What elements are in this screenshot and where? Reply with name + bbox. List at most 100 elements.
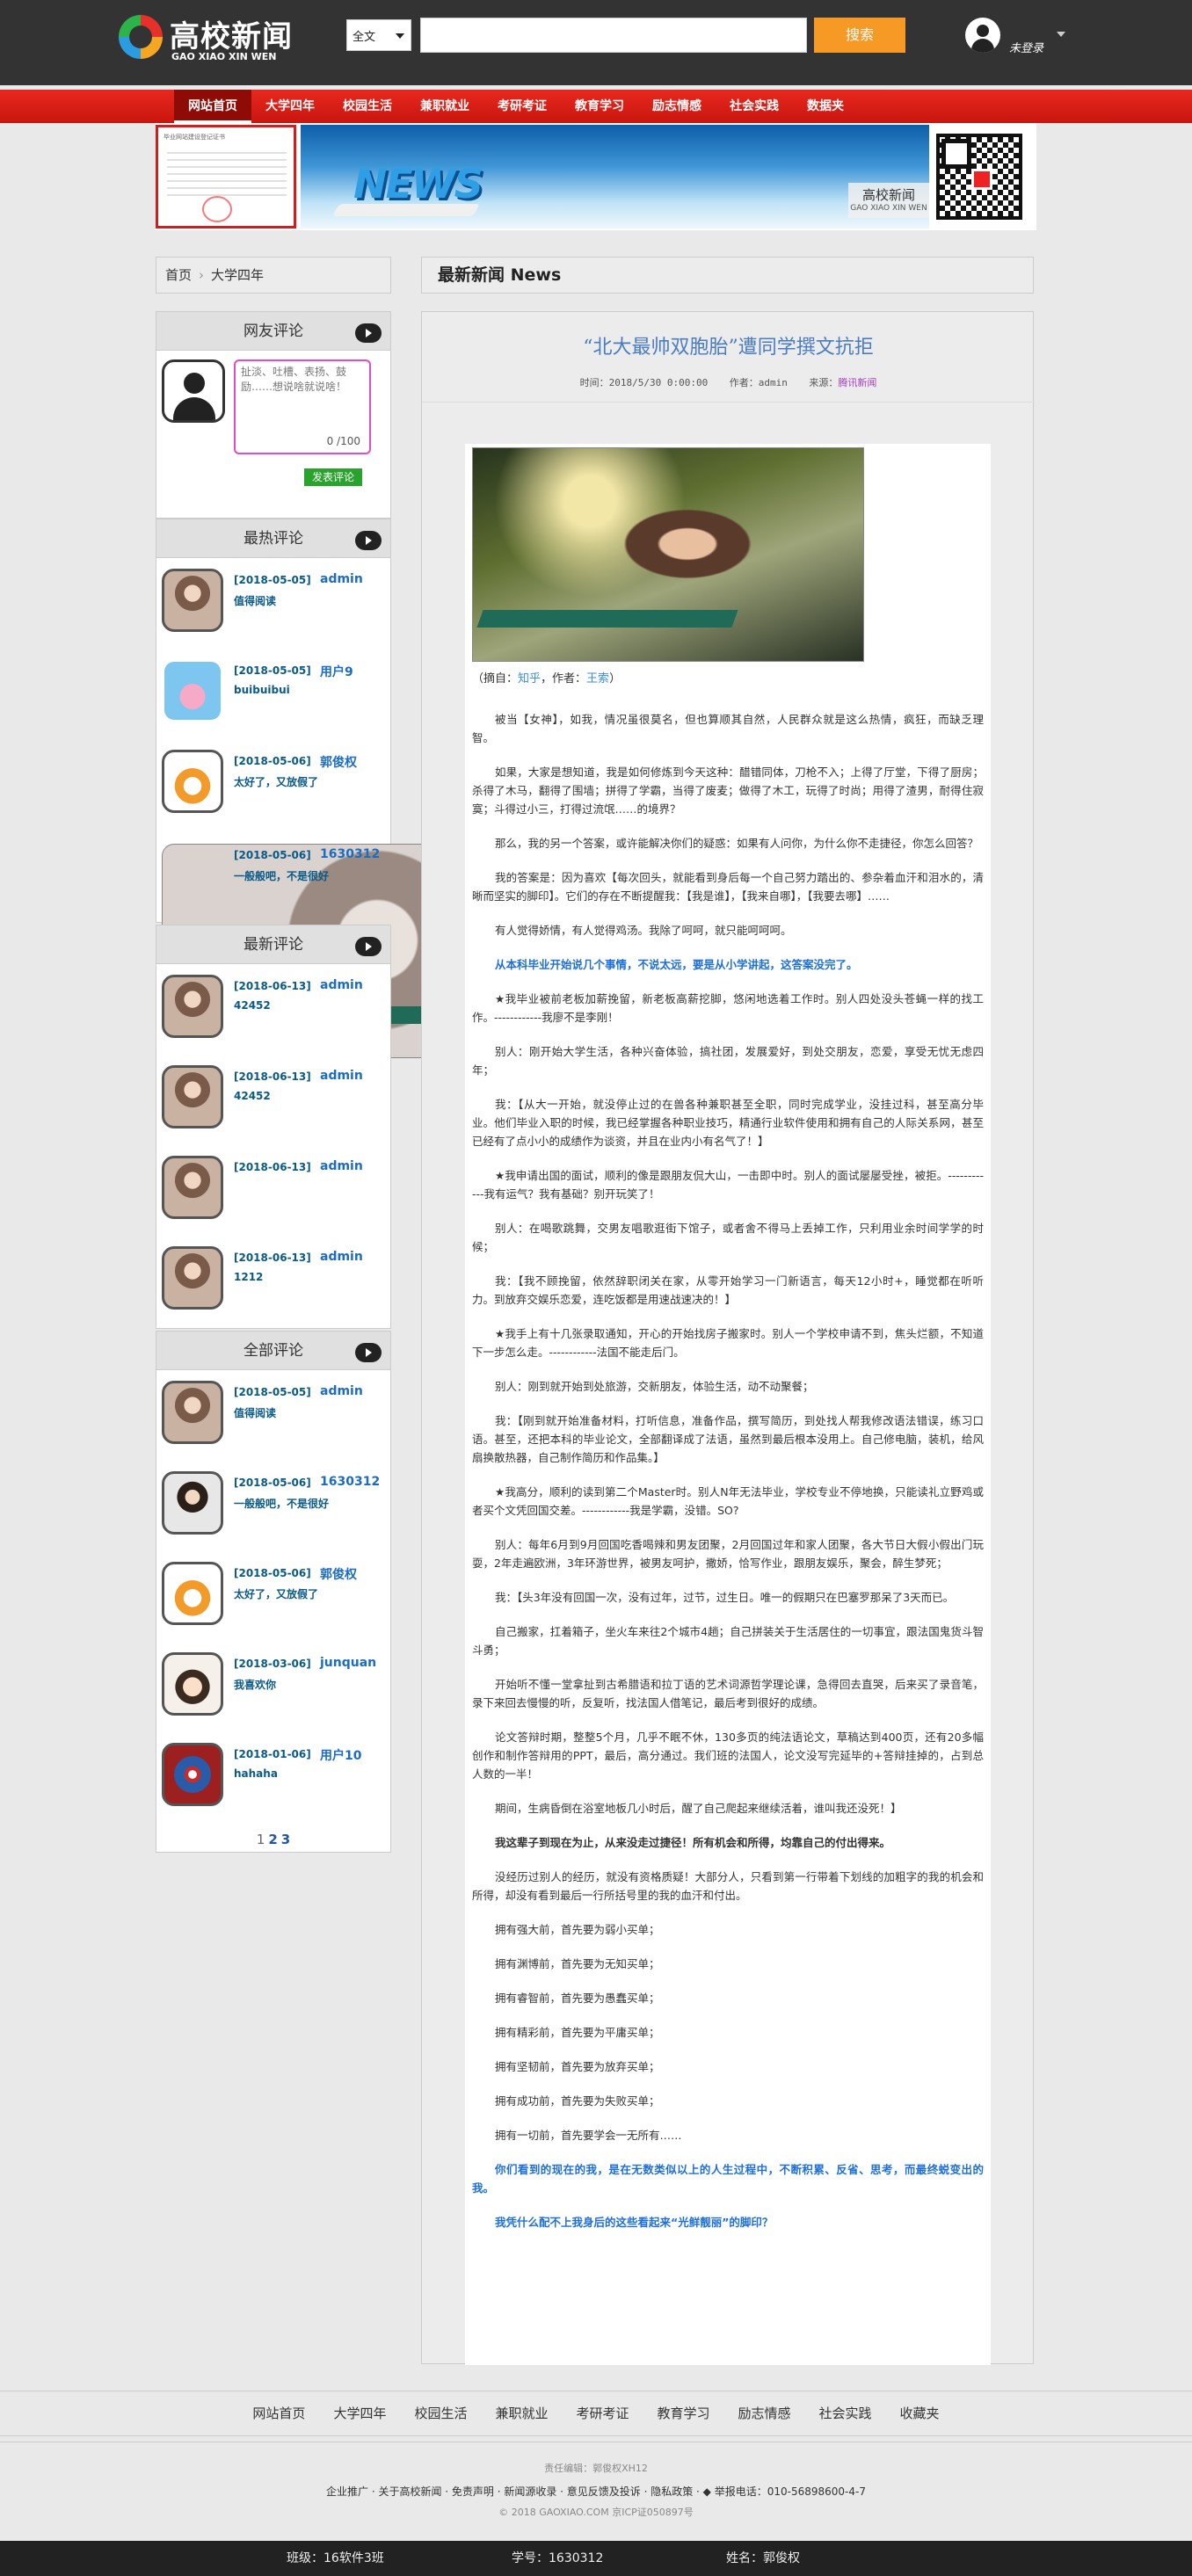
page-link[interactable]: 3 xyxy=(281,1832,290,1847)
comment-user[interactable]: admin xyxy=(320,1159,363,1173)
comment-text: 我喜欢你 xyxy=(234,1679,277,1691)
article-paragraph: 拥有强大前，首先要为弱小买单； xyxy=(495,1923,660,1936)
arrow-right-icon[interactable] xyxy=(355,323,382,343)
comment-user[interactable]: 郭俊权 xyxy=(320,1565,357,1583)
comment-user[interactable]: admin xyxy=(320,1069,363,1083)
comment-item[interactable]: [2018-01-06] 用户10 hahaha xyxy=(156,1732,390,1823)
student-id: 学号：1630312 xyxy=(512,2551,604,2565)
breadcrumb-current[interactable]: 大学四年 xyxy=(211,267,264,283)
commenter-avatar xyxy=(162,750,223,813)
article-paragraph: 我：【刚到就开始准备材料，打听信息，准备作品，撰写简历，到处找人帮我修改语法错误… xyxy=(472,1414,984,1464)
search-button[interactable]: 搜索 xyxy=(814,18,905,53)
caption-source-link[interactable]: 知乎 xyxy=(518,672,541,686)
comment-user[interactable]: admin xyxy=(320,572,363,586)
nav-item[interactable]: 教育学习 xyxy=(561,90,638,123)
nav-item[interactable]: 社会实践 xyxy=(716,90,793,123)
footer-nav-item[interactable]: 教育学习 xyxy=(658,2405,710,2421)
footer-nav-item[interactable]: 社会实践 xyxy=(819,2405,872,2421)
article-paragraph: 拥有睿智前，首先要为愚蠢买单； xyxy=(495,1992,660,2005)
nav-item[interactable]: 兼职就业 xyxy=(406,90,483,123)
comment-item[interactable]: [2018-05-06] 1630312 一般般吧，不是很好 xyxy=(156,833,554,1058)
article-paragraph: 拥有渊博前，首先要为无知买单； xyxy=(495,1957,660,1970)
logo-text: 高校新闻 xyxy=(170,19,293,54)
all-comments-panel: 全部评论 [2018-05-05] admin 值得阅读 [2018-05-06] 16… xyxy=(156,1331,391,1853)
arrow-right-icon[interactable] xyxy=(355,1343,382,1362)
comment-item[interactable]: [2018-06-13] admin 42452 xyxy=(156,964,390,1055)
panel-title: 网友评论 xyxy=(243,323,303,340)
comment-user[interactable]: 用户10 xyxy=(320,1746,361,1764)
comment-user[interactable]: admin xyxy=(320,1250,363,1264)
comment-textarea[interactable]: 扯淡、吐槽、表扬、鼓励……想说啥就说啥！ 0 /100 xyxy=(234,359,371,454)
nav-item[interactable]: 数据夹 xyxy=(793,90,858,123)
search-input[interactable] xyxy=(420,18,807,53)
comment-item[interactable]: [2018-05-05] admin 值得阅读 xyxy=(156,558,390,649)
footer-nav-item[interactable]: 网站首页 xyxy=(252,2405,305,2421)
comment-item[interactable]: [2018-05-05] 用户9 buibuibui xyxy=(156,649,390,739)
comment-user[interactable]: 用户9 xyxy=(320,663,353,680)
footer-nav-item[interactable]: 收藏夹 xyxy=(900,2405,940,2421)
comment-user[interactable]: admin xyxy=(320,1384,363,1398)
top-header: 高校新闻 GAO XIAO XIN WEN 全文 搜索 未登录 xyxy=(0,0,1192,85)
arrow-right-icon[interactable] xyxy=(355,531,382,550)
comment-user[interactable]: admin xyxy=(320,978,363,992)
comment-item[interactable]: [2018-05-06] 郭俊权 太好了，又放假了 xyxy=(156,1551,390,1642)
comment-text: 42452 xyxy=(234,1090,271,1102)
article-paragraph: 别人：在喝歌跳舞，交男友唱歌逛街下馆子，或者舍不得马上丢掉工作，只利用业余时间学… xyxy=(472,1222,984,1253)
author-label: 作者： xyxy=(729,377,759,388)
comment-user[interactable]: junquan xyxy=(320,1656,376,1670)
footer-nav-item[interactable]: 考研考证 xyxy=(576,2405,629,2421)
submit-comment-button[interactable]: 发表评论 xyxy=(304,468,362,486)
certificate-image[interactable]: 毕业网站建设登记证书 xyxy=(156,125,296,229)
page-link[interactable]: 2 xyxy=(268,1832,277,1847)
comment-item[interactable]: [2018-06-13] admin 1212 xyxy=(156,1236,390,1326)
footer-nav-item[interactable]: 励志情感 xyxy=(738,2405,791,2421)
logo-icon xyxy=(119,15,163,59)
comment-date: [2018-06-13] xyxy=(234,980,311,992)
comment-item[interactable]: [2018-03-06] junquan 我喜欢你 xyxy=(156,1642,390,1732)
article-paragraph: 论文答辩时期，整整5个月，几乎不眠不休，130多页的纯法语论文，草稿达到400页… xyxy=(472,1731,984,1781)
article-meta: 时间：2018/5/30 0:00:00 作者：admin 来源：腾讯新闻 xyxy=(422,375,1035,389)
certificate-title: 毕业网站建设登记证书 xyxy=(164,134,225,141)
site-logo[interactable]: 高校新闻 GAO XIAO XIN WEN xyxy=(119,12,303,67)
article-paragraph: ★我毕业被前老板加薪挽留，新老板高薪挖脚，悠闲地选着工作时。别人四处没头苍蝇一样… xyxy=(472,992,984,1024)
comment-text: 一般般吧，不是很好 xyxy=(234,1498,330,1510)
comment-text: 1212 xyxy=(234,1271,264,1283)
user-menu[interactable]: 未登录 xyxy=(965,18,1071,58)
article-paragraph: 自己搬家，扛着箱子，坐火车来往2个城市4趟；自己拼装关于生活居住的一切事宜，跟法… xyxy=(472,1625,984,1657)
comment-item[interactable]: [2018-06-13] admin xyxy=(156,1145,390,1236)
publish-time: 2018/5/30 0:00:00 xyxy=(608,377,709,388)
footer-nav-item[interactable]: 校园生活 xyxy=(414,2405,467,2421)
footer-links[interactable]: 企业推广 · 关于高校新闻 · 免责声明 · 新闻源收录 · 意见反馈及投诉 ·… xyxy=(0,2484,1192,2499)
comment-item[interactable]: [2018-05-05] admin 值得阅读 xyxy=(156,1370,390,1461)
page-link[interactable]: 1 xyxy=(257,1832,265,1847)
arrow-right-icon[interactable] xyxy=(355,937,382,956)
nav-item[interactable]: 网站首页 xyxy=(174,90,251,123)
comment-user[interactable]: 郭俊权 xyxy=(320,753,357,771)
comment-item[interactable]: [2018-05-06] 郭俊权 太好了，又放假了 xyxy=(156,739,390,830)
footer-nav-item[interactable]: 大学四年 xyxy=(333,2405,386,2421)
footer-nav-item[interactable]: 兼职就业 xyxy=(495,2405,548,2421)
nav-item[interactable]: 校园生活 xyxy=(329,90,406,123)
nav-item[interactable]: 大学四年 xyxy=(251,90,329,123)
article-source-link[interactable]: 腾讯新闻 xyxy=(838,377,876,388)
commenter-avatar xyxy=(162,1743,223,1806)
panel-title: 最新评论 xyxy=(243,936,303,954)
commenter-avatar xyxy=(162,1381,223,1444)
comment-date: [2018-05-06] xyxy=(234,755,311,767)
article-paragraph: 别人：刚开始大学生活，各种兴奋体验，搞社团，发展爱好，到处交朋友，恋爱，享受无忧… xyxy=(472,1045,984,1077)
news-banner-image[interactable]: NEWS 高校新闻 GAO XIAO XIN WEN xyxy=(301,125,929,229)
comment-user[interactable]: 1630312 xyxy=(320,847,380,861)
comment-user[interactable]: 1630312 xyxy=(320,1475,380,1489)
caption-author-link[interactable]: 王索 xyxy=(586,672,609,686)
comment-text: 太好了，又放假了 xyxy=(234,776,319,788)
commenter-avatar xyxy=(162,1065,223,1128)
nav-item[interactable]: 励志情感 xyxy=(638,90,716,123)
search-scope-select[interactable]: 全文 xyxy=(346,19,411,51)
comment-item[interactable]: [2018-05-06] 1630312 一般般吧，不是很好 xyxy=(156,1461,390,1551)
breadcrumb-home[interactable]: 首页 xyxy=(165,267,192,283)
comment-item[interactable]: [2018-06-13] admin 42452 xyxy=(156,1055,390,1145)
friend-comment-panel: 网友评论 扯淡、吐槽、表扬、鼓励……想说啥就说啥！ 0 /100 发表评论 xyxy=(156,311,391,519)
comment-text: 42452 xyxy=(234,999,271,1012)
comment-text: 值得阅读 xyxy=(234,595,277,607)
nav-item[interactable]: 考研考证 xyxy=(483,90,561,123)
